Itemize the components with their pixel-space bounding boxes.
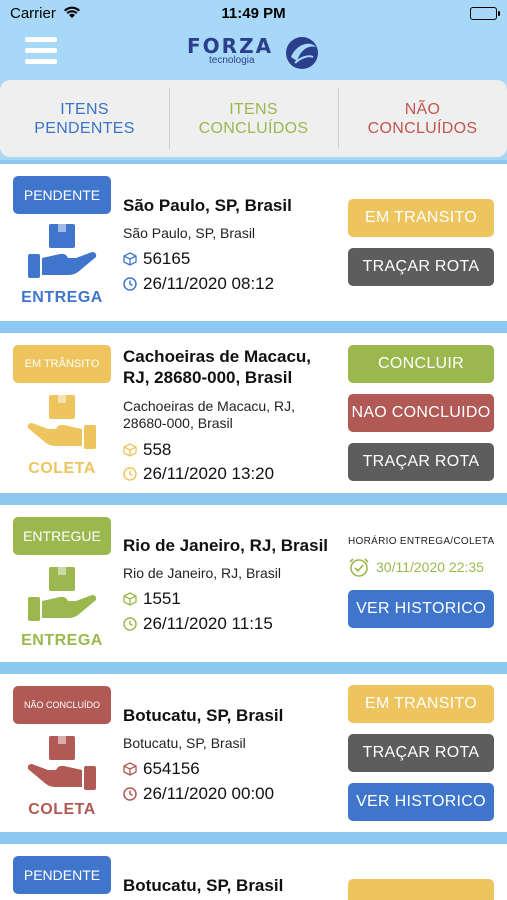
datetime-row: 26/11/2020 08:12 [123, 274, 274, 294]
tab-label: NÃO CONCLUÍDOS [367, 100, 478, 137]
address-title: Botucatu, SP, Brasil [123, 706, 284, 725]
schedule-value-row: 30/11/2020 22:35 [348, 557, 484, 577]
address-title: Rio de Janeiro, RJ, Brasil [123, 536, 329, 555]
package-id: 558 [143, 440, 172, 459]
package-icon [123, 443, 137, 457]
em-transito-button[interactable]: EM TRANSITO [348, 685, 494, 723]
package-id-row: 654156 [123, 759, 200, 779]
logo-swirl-icon [286, 37, 318, 69]
service-type-label: ENTREGA [21, 289, 103, 306]
datetime: 26/11/2020 11:15 [143, 614, 273, 633]
alarm-check-icon [349, 558, 369, 577]
address-subtitle: Botucatu, SP, Brasil [123, 735, 246, 751]
em-transito-button[interactable]: EM TRANSITO [348, 199, 494, 237]
delivery-card: ENTREGUE ENTREGA Rio de Janeiro, RJ, Bra… [0, 505, 507, 662]
ver-historico-button[interactable]: VER HISTORICO [348, 783, 494, 821]
battery-icon [470, 7, 500, 20]
clock-icon [123, 277, 137, 291]
delivery-card: PENDENTE Botucatu, SP, Brasil [0, 844, 507, 900]
nao-concluido-button[interactable]: NAO CONCLUIDO [348, 394, 494, 432]
clock-time: 11:49 PM [221, 5, 286, 22]
app-header: FORZA tecnologia [0, 28, 507, 80]
tracar-rota-button[interactable]: TRAÇAR ROTA [348, 248, 494, 286]
delivery-list: PENDENTE ENTREGA São Paulo, SP, Brasil S… [0, 164, 507, 900]
tab-itens-concluidos[interactable]: ITENS CONCLUÍDOS [169, 80, 338, 157]
logo-subtitle: tecnologia [209, 55, 255, 66]
package-id-row: 1551 [123, 589, 181, 609]
address-title: Cachoeiras de Macacu, RJ, 28680-000, Bra… [123, 347, 312, 387]
status-badge: ENTREGUE [13, 517, 111, 555]
delivery-card: NÃO CONCLUÍDO COLETA Botucatu, SP, Brasi… [0, 674, 507, 832]
delivery-card: PENDENTE ENTREGA São Paulo, SP, Brasil S… [0, 164, 507, 321]
forza-logo: FORZA tecnologia [187, 33, 327, 73]
datetime: 26/11/2020 00:00 [143, 784, 275, 803]
clock-icon [123, 467, 137, 481]
action-button[interactable] [348, 879, 494, 900]
delivery-card: EM TRÂNSITO COLETA Cachoeiras de Macacu,… [0, 333, 507, 493]
tab-label: ITENS CONCLUÍDOS [198, 100, 309, 137]
tracar-rota-button[interactable]: TRAÇAR ROTA [348, 443, 494, 481]
status-badge: NÃO CONCLUÍDO [13, 686, 111, 724]
package-id: 56165 [143, 249, 191, 268]
datetime-row: 26/11/2020 00:00 [123, 784, 274, 804]
address-subtitle: Rio de Janeiro, RJ, Brasil [123, 565, 281, 581]
hand-package-icon [27, 395, 96, 449]
status-tabs: ITENS PENDENTES ITENS CONCLUÍDOS NÃO CON… [0, 80, 507, 160]
clock-icon [123, 787, 137, 801]
service-type-label: ENTREGA [21, 632, 103, 649]
package-icon [123, 252, 137, 266]
package-icon [123, 592, 137, 606]
package-icon [123, 762, 137, 776]
concluir-button[interactable]: CONCLUIR [348, 345, 494, 383]
ver-historico-button[interactable]: VER HISTORICO [348, 590, 494, 628]
status-badge: PENDENTE [13, 176, 111, 214]
service-type-label: COLETA [28, 801, 96, 818]
datetime: 26/11/2020 08:12 [143, 274, 275, 293]
address-title: Botucatu, SP, Brasil [123, 876, 284, 895]
package-id-row: 56165 [123, 249, 190, 269]
service-type-label: COLETA [28, 460, 96, 477]
hamburger-menu-button[interactable] [25, 37, 57, 69]
address-subtitle: São Paulo, SP, Brasil [123, 225, 256, 241]
hand-package-icon [27, 736, 96, 790]
hand-package-icon [28, 224, 97, 278]
hand-package-icon [28, 567, 97, 621]
schedule-label: HORÁRIO ENTREGA/COLETA [348, 536, 495, 547]
package-id: 1551 [143, 589, 181, 608]
schedule-value: 30/11/2020 22:35 [376, 559, 484, 575]
clock-icon [123, 617, 137, 631]
package-id: 654156 [143, 759, 200, 778]
datetime-row: 26/11/2020 13:20 [123, 464, 274, 484]
datetime: 26/11/2020 13:20 [143, 464, 275, 483]
tab-itens-pendentes[interactable]: ITENS PENDENTES [0, 80, 169, 157]
tracar-rota-button[interactable]: TRAÇAR ROTA [348, 734, 494, 772]
tab-label: ITENS PENDENTES [34, 100, 135, 137]
datetime-row: 26/11/2020 11:15 [123, 614, 273, 634]
address-title: São Paulo, SP, Brasil [123, 196, 292, 215]
package-id-row: 558 [123, 440, 171, 460]
address-subtitle: Cachoeiras de Macacu, RJ, 28680-000, Bra… [123, 398, 295, 431]
status-bar: Carrier 11:49 PM [0, 0, 507, 28]
status-badge: EM TRÂNSITO [13, 345, 111, 383]
tab-nao-concluidos[interactable]: NÃO CONCLUÍDOS [338, 80, 507, 157]
status-badge: PENDENTE [13, 856, 111, 894]
